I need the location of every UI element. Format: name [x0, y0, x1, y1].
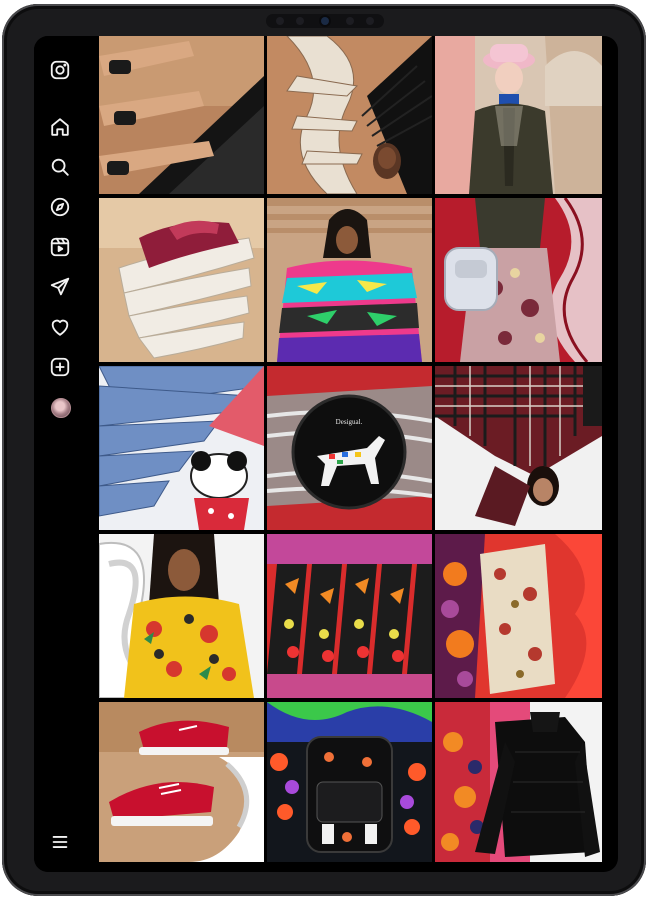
post-tile[interactable]	[267, 702, 432, 862]
post-tile[interactable]	[435, 702, 602, 862]
post-tile[interactable]	[267, 36, 432, 194]
post-tile[interactable]	[435, 198, 602, 362]
avatar[interactable]	[51, 398, 71, 418]
sandals-legs-collage-image	[99, 36, 264, 194]
post-tile[interactable]	[435, 366, 602, 530]
instagram-logo-icon[interactable]	[48, 58, 72, 82]
red-sneakers-image	[99, 702, 264, 862]
sensor-dot	[366, 17, 374, 25]
floral-print-mirror-pattern-image	[267, 534, 432, 698]
post-tile[interactable]	[435, 534, 602, 698]
white-sneaker-wing-image	[99, 198, 264, 362]
model-plaid-coat-image	[435, 366, 602, 530]
heart-icon[interactable]	[48, 315, 72, 339]
floral-shirt-red-petals-image	[435, 534, 602, 698]
sensor-dot	[346, 17, 354, 25]
explore-compass-icon[interactable]	[48, 195, 72, 219]
reels-icon[interactable]	[48, 235, 72, 259]
post-tile[interactable]	[435, 36, 602, 194]
post-tile[interactable]: Desigual.	[267, 366, 432, 530]
post-tile[interactable]	[99, 36, 264, 194]
model-pink-bucket-hat-image	[435, 36, 602, 194]
model-floral-skirt-backpack-image	[435, 198, 602, 362]
front-camera-icon	[321, 17, 329, 25]
post-tile[interactable]	[99, 702, 264, 862]
model-colorful-knit-sweater-image	[267, 198, 432, 362]
camera-bar	[266, 14, 384, 28]
app-screen: Desigual.	[34, 36, 618, 872]
bag-brand-label: Desigual.	[336, 418, 363, 426]
post-tile[interactable]	[99, 534, 264, 698]
black-floral-backpack-image	[267, 702, 432, 862]
braided-hair-model-kaleidoscope-image	[267, 36, 432, 194]
home-icon[interactable]	[48, 115, 72, 139]
search-icon[interactable]	[48, 155, 72, 179]
sidebar-nav	[34, 36, 96, 872]
post-grid: Desigual.	[99, 36, 603, 872]
denim-minnie-mouse-shirt-image	[99, 366, 264, 530]
create-plus-icon[interactable]	[48, 355, 72, 379]
post-tile[interactable]	[99, 198, 264, 362]
post-tile[interactable]	[99, 366, 264, 530]
model-yellow-floral-dress-image	[99, 534, 264, 698]
sensor-dot	[276, 17, 284, 25]
black-floral-sweater-image	[435, 702, 602, 862]
send-icon[interactable]	[48, 275, 72, 299]
post-tile[interactable]	[267, 534, 432, 698]
dalmatian-round-bag-image: Desigual.	[267, 366, 432, 530]
hamburger-menu-icon[interactable]	[48, 830, 72, 854]
sensor-dot	[296, 17, 304, 25]
post-tile[interactable]	[267, 198, 432, 362]
tablet-device-frame: Desigual.	[2, 4, 646, 896]
